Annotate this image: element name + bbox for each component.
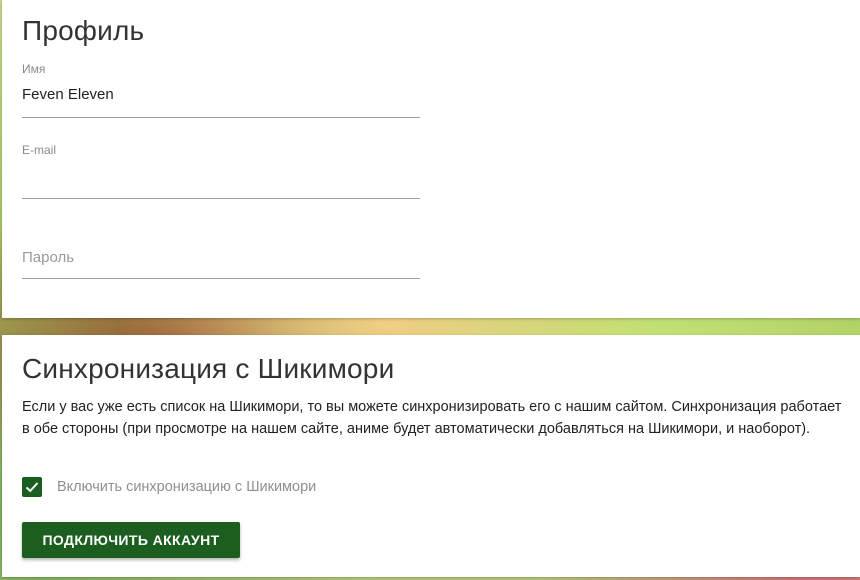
- name-field: Имя: [22, 60, 420, 120]
- sync-checkbox-row[interactable]: Включить синхронизацию с Шикимори: [22, 475, 316, 499]
- name-label: Имя: [22, 62, 46, 76]
- password-input[interactable]: [22, 246, 420, 268]
- sync-title: Синхронизация с Шикимори: [22, 353, 395, 384]
- password-field: [22, 220, 420, 280]
- email-field: E-mail: [22, 140, 420, 200]
- sync-checkbox[interactable]: [22, 477, 42, 497]
- email-label: E-mail: [22, 143, 57, 157]
- sync-checkbox-label: Включить синхронизацию с Шикимори: [57, 479, 317, 495]
- name-input[interactable]: [22, 83, 420, 105]
- sync-card: Синхронизация с Шикимори Если у вас уже …: [2, 335, 860, 577]
- connect-account-button[interactable]: ПОДКЛЮЧИТЬ АККАУНТ: [22, 522, 240, 558]
- email-underline: [22, 198, 420, 199]
- sync-description: Если у вас уже есть список на Шикимори, …: [22, 399, 842, 437]
- profile-card: Профиль Имя E-mail: [2, 0, 860, 318]
- password-underline: [22, 278, 420, 279]
- name-underline: [22, 117, 420, 118]
- check-icon: [25, 482, 39, 493]
- profile-title: Профиль: [22, 15, 145, 46]
- email-input[interactable]: [22, 166, 420, 188]
